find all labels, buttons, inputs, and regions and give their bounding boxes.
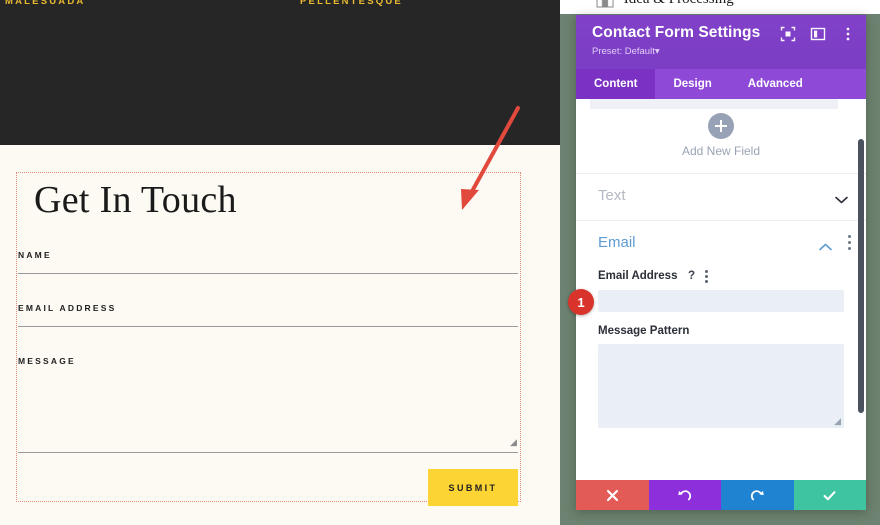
breadcrumb[interactable]: Idea & Processing [596,0,876,11]
panel-body: Add New Field Text Email Email Address ?… [576,99,866,476]
site-header-bar: MALESUADA PELLENTESQUE [0,0,560,145]
check-icon [823,490,836,500]
expand-view-icon[interactable] [780,26,796,42]
message-pattern-label-row: Message Pattern [598,325,844,337]
textarea-resize-grip[interactable]: ◢ [834,416,841,427]
field-item-email[interactable]: Email [576,221,866,267]
split-view-icon[interactable] [810,26,826,42]
tab-content[interactable]: Content [576,69,656,99]
panel-header-icons [780,26,856,42]
tab-advanced[interactable]: Advanced [730,69,821,99]
nav-item-pellentesque[interactable]: PELLENTESQUE [300,0,403,7]
textarea-resize-grip[interactable]: ◢ [510,438,518,447]
panel-title: Contact Form Settings [592,24,761,41]
form-field-message-label: MESSAGE [18,356,76,366]
email-address-label: Email Address [598,270,678,282]
form-field-name-label: NAME [18,250,52,260]
breadcrumb-label: Idea & Processing [624,0,734,8]
form-field-email[interactable]: EMAIL ADDRESS [18,303,518,327]
form-field-email-underline [18,326,518,327]
preset-label: Preset: Default [592,46,655,57]
contact-form-settings-panel: Contact Form Settings Preset: Default▾ C… [576,15,866,510]
redo-button[interactable] [721,480,794,510]
form-field-email-label: EMAIL ADDRESS [18,303,117,313]
form-field-message[interactable]: MESSAGE ◢ [18,356,518,453]
preset-selector[interactable]: Preset: Default▾ [592,46,660,57]
form-field-name-underline [18,273,518,274]
annotation-badge-1: 1 [568,289,594,315]
plus-icon [708,113,734,139]
field-item-text[interactable]: Text [576,174,866,220]
website-preview: MALESUADA PELLENTESQUE Get In Touch NAME… [0,0,560,525]
panel-scrollbar[interactable] [858,139,864,413]
close-icon [606,489,618,501]
field-item-email-menu-icon[interactable] [848,235,852,250]
nav-item-malesuada[interactable]: MALESUADA [5,0,86,7]
message-pattern-label: Message Pattern [598,325,690,337]
cancel-button[interactable] [576,480,649,510]
preset-caret-icon: ▾ [654,46,660,57]
save-button[interactable] [793,480,866,510]
undo-button[interactable] [648,480,721,510]
email-address-input[interactable] [598,290,844,312]
panel-footer [576,480,866,510]
chevron-down-icon[interactable] [835,191,848,204]
chevron-up-icon[interactable] [819,238,832,251]
form-field-message-underline [18,452,518,453]
redo-icon [750,489,764,500]
field-item-email-label: Email [598,234,636,251]
help-icon[interactable]: ? [684,269,698,283]
add-new-field-button[interactable]: Add New Field [576,113,866,158]
message-pattern-textarea[interactable]: ◢ [598,344,844,428]
previous-field-row-partial[interactable] [590,99,838,109]
email-address-setting: Email Address ? [598,269,844,312]
message-pattern-setting: Message Pattern ◢ [598,325,844,428]
form-field-name[interactable]: NAME [18,250,518,274]
site-nav: MALESUADA PELLENTESQUE [0,0,560,14]
panel-menu-icon[interactable] [840,26,856,42]
panel-header: Contact Form Settings Preset: Default▾ [576,15,866,69]
tab-design[interactable]: Design [655,69,729,99]
panel-tabs: Content Design Advanced [576,69,866,99]
email-address-options-icon[interactable] [705,269,709,283]
submit-button[interactable]: SUBMIT [428,469,518,506]
email-address-label-row: Email Address ? [598,269,844,283]
field-item-text-label: Text [598,187,626,204]
page-title: Get In Touch [34,179,237,221]
screen-root: MALESUADA PELLENTESQUE Get In Touch NAME… [0,0,880,525]
layout-grid-icon [596,0,614,8]
add-new-field-label: Add New Field [681,144,761,158]
undo-icon [678,489,692,500]
